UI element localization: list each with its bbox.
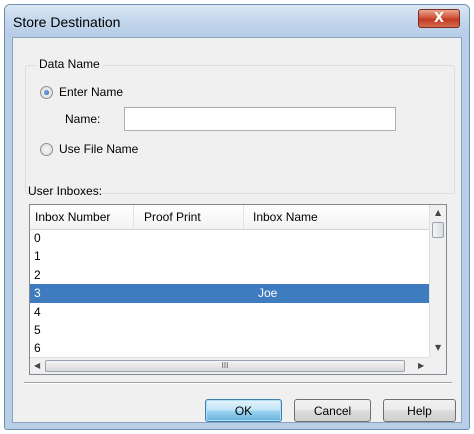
user-inboxes-list[interactable]: Inbox Number Proof Print Inbox Name 0 1 … — [29, 204, 447, 375]
store-destination-dialog: Store Destination X Data Name Enter Name… — [4, 4, 470, 430]
list-header: Inbox Number Proof Print Inbox Name — [30, 205, 431, 230]
scroll-right-arrow-icon[interactable]: ▶ — [418, 361, 424, 370]
title-bar[interactable]: Store Destination X — [5, 5, 469, 37]
enter-name-label: Enter Name — [59, 85, 124, 99]
list-row[interactable]: 4 — [30, 303, 431, 321]
column-inbox-name[interactable]: Inbox Name — [253, 210, 318, 224]
inbox-number-cell: 3 — [34, 286, 41, 301]
scrollbar-corner — [429, 357, 446, 374]
column-proof-print[interactable]: Proof Print — [144, 210, 201, 224]
inbox-number-cell: 4 — [34, 304, 41, 319]
enter-name-radio[interactable] — [40, 85, 53, 99]
list-row[interactable]: 1 — [30, 247, 431, 265]
column-separator[interactable] — [243, 205, 244, 229]
inbox-number-cell: 0 — [34, 231, 41, 245]
ok-button[interactable]: OK — [205, 399, 282, 422]
column-separator[interactable] — [133, 205, 134, 229]
close-button[interactable]: X — [418, 9, 460, 28]
use-file-name-label: Use File Name — [59, 142, 139, 156]
list-row[interactable]: 2 — [30, 266, 431, 284]
inbox-number-cell: 6 — [34, 341, 41, 356]
list-row[interactable]: 5 — [30, 321, 431, 339]
inbox-name-cell: Joe — [258, 286, 278, 301]
list-row-selected[interactable]: 3 Joe — [30, 284, 431, 303]
inbox-number-cell: 5 — [34, 322, 41, 337]
vertical-scrollbar[interactable]: ▲ ▼ — [429, 205, 446, 357]
help-button[interactable]: Help — [383, 399, 456, 422]
list-row[interactable]: 0 — [30, 229, 431, 247]
name-input[interactable] — [124, 107, 396, 131]
user-inboxes-label: User Inboxes: — [28, 184, 103, 198]
column-inbox-number[interactable]: Inbox Number — [35, 210, 110, 224]
enter-name-option[interactable]: Enter Name — [40, 85, 123, 99]
horizontal-scroll-thumb[interactable]: III — [45, 360, 405, 372]
list-rows: 0 1 2 3 Joe 4 5 6 — [30, 229, 431, 358]
horizontal-scrollbar[interactable]: ◀ III ▶ — [30, 357, 431, 374]
vertical-scroll-thumb[interactable] — [432, 222, 444, 238]
grip-icon: III — [221, 361, 229, 370]
use-file-name-radio[interactable] — [40, 142, 53, 156]
close-icon: X — [433, 11, 445, 26]
list-row[interactable]: 6 — [30, 339, 431, 357]
scroll-left-arrow-icon[interactable]: ◀ — [34, 361, 40, 370]
scroll-down-arrow-icon[interactable]: ▼ — [435, 343, 441, 352]
inbox-number-cell: 2 — [34, 267, 41, 282]
scroll-up-arrow-icon[interactable]: ▲ — [435, 208, 441, 217]
divider — [24, 382, 452, 384]
name-field-label: Name: — [65, 112, 101, 126]
window-title: Store Destination — [13, 14, 121, 30]
inbox-number-cell: 1 — [34, 249, 41, 264]
use-file-name-option[interactable]: Use File Name — [40, 142, 138, 156]
cancel-button[interactable]: Cancel — [294, 399, 371, 422]
dialog-client-area: Data Name Enter Name Name: Use File Name… — [12, 37, 462, 423]
data-name-legend: Data Name — [36, 57, 103, 71]
